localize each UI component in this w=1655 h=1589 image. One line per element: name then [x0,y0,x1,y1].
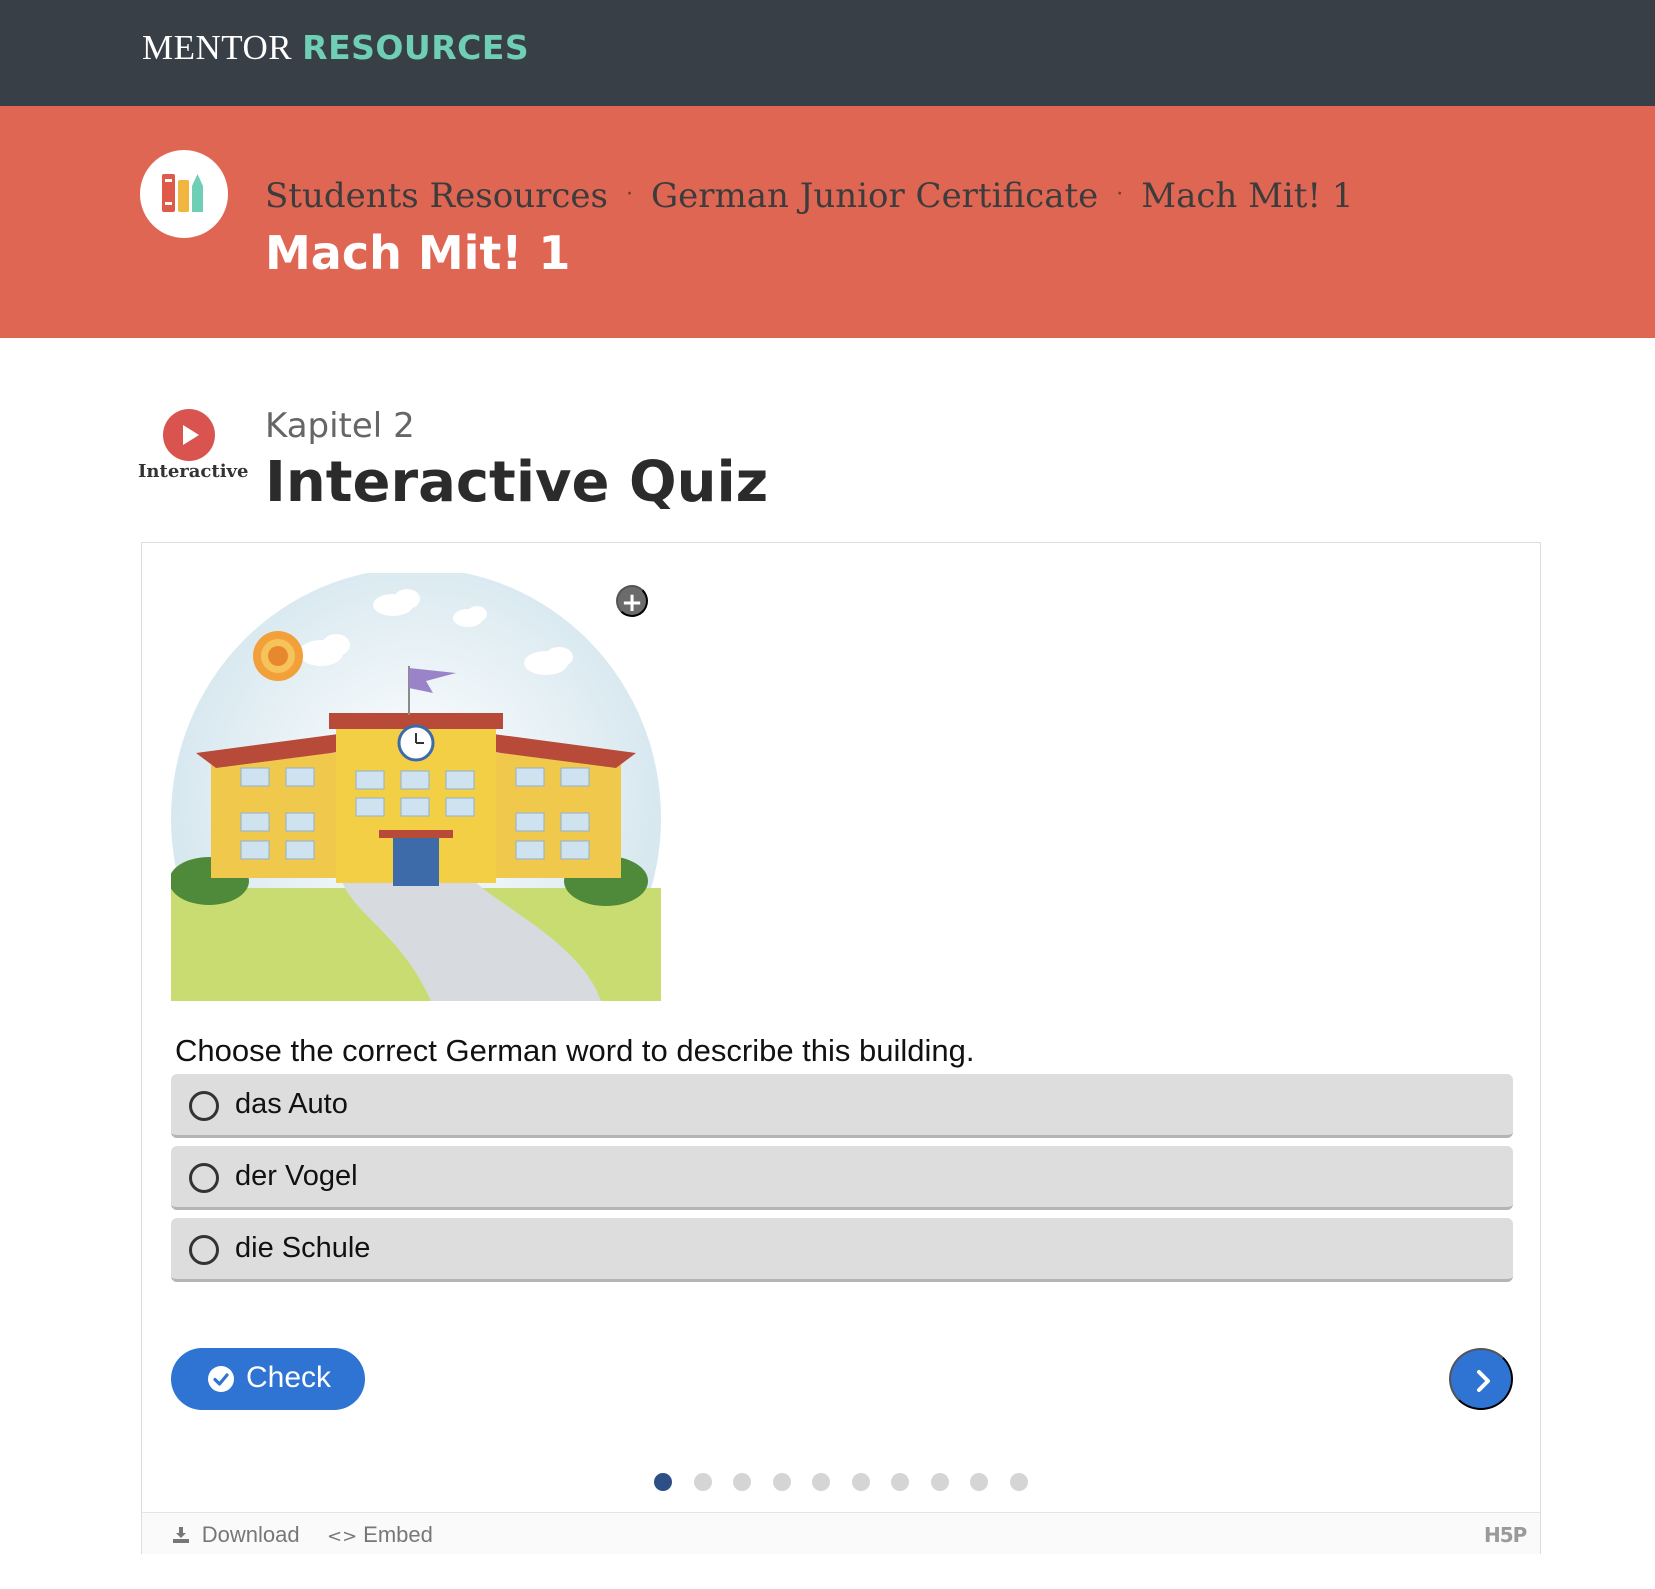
progress-dot-6[interactable] [851,1473,870,1491]
brand-word-resources: RESOURCES [302,28,530,67]
activity-title: Interactive Quiz [265,450,769,515]
embed-label: Embed [363,1522,433,1547]
top-bar: MENTOR RESOURCES [0,0,1655,106]
breadcrumb-german-junior-certificate[interactable]: German Junior Certificate [651,176,1098,216]
plus-circle-icon: + [621,588,643,618]
check-circle-icon [207,1365,235,1393]
progress-dot-7[interactable] [891,1473,909,1491]
answer-text: der Vogel [235,1160,358,1192]
answer-text: die Schule [235,1232,371,1264]
progress-dot-8[interactable] [930,1473,949,1491]
answer-option-der-vogel[interactable]: der Vogel [171,1146,1513,1210]
download-label: Download [201,1522,300,1547]
download-link[interactable]: Download [172,1522,300,1548]
radio-icon [189,1163,219,1193]
progress-dot-1[interactable] [654,1473,672,1491]
brand-logo[interactable]: MENTOR RESOURCES [142,28,529,68]
image-zoom-button[interactable]: + [616,585,648,618]
progress-dot-10[interactable] [1009,1473,1028,1491]
progress-dot-4[interactable] [772,1473,791,1491]
check-button-label: Check [246,1361,332,1394]
embed-link[interactable]: <> Embed [327,1522,433,1548]
brand-word-mentor: MENTOR [142,28,293,67]
breadcrumb-mach-mit[interactable]: Mach Mit! 1 [1141,176,1353,216]
h5p-footer: Download <> Embed H5P [142,1512,1540,1554]
breadcrumb-separator: · [1116,182,1124,207]
progress-dot-3[interactable] [733,1473,751,1491]
page-header: Students Resources · German Junior Certifi… [0,106,1655,338]
answer-text: das Auto [235,1088,348,1120]
radio-icon [189,1235,219,1265]
progress-dot-5[interactable] [812,1473,830,1491]
answer-option-die-schule[interactable]: die Schule [171,1218,1513,1282]
activity-type-label: Interactive [138,461,249,482]
answer-option-das-auto[interactable]: das Auto [171,1074,1513,1138]
page-title: Mach Mit! 1 [265,226,571,280]
quiz-question: Choose the correct German word to descri… [175,1033,975,1068]
radio-icon [189,1091,219,1121]
download-icon [172,1526,196,1547]
check-button[interactable]: Check [171,1348,365,1410]
quiz-container: + Choose the correct German word to desc… [141,542,1541,1554]
books-pencil-icon [140,150,228,238]
school-building-image [171,573,661,1001]
code-icon: <> [327,1526,358,1547]
progress-dot-9[interactable] [970,1473,988,1491]
h5p-logo[interactable]: H5P [1484,1523,1527,1547]
play-icon [163,409,215,461]
breadcrumb-students-resources[interactable]: Students Resources [265,176,608,216]
progress-dot-2[interactable] [693,1473,712,1491]
chevron-right-icon [1477,1370,1490,1392]
chapter-label: Kapitel 2 [265,406,415,446]
breadcrumb-separator: · [625,182,633,207]
next-question-button[interactable] [1449,1348,1513,1410]
breadcrumb: Students Resources · German Junior Certifi… [265,176,1354,216]
